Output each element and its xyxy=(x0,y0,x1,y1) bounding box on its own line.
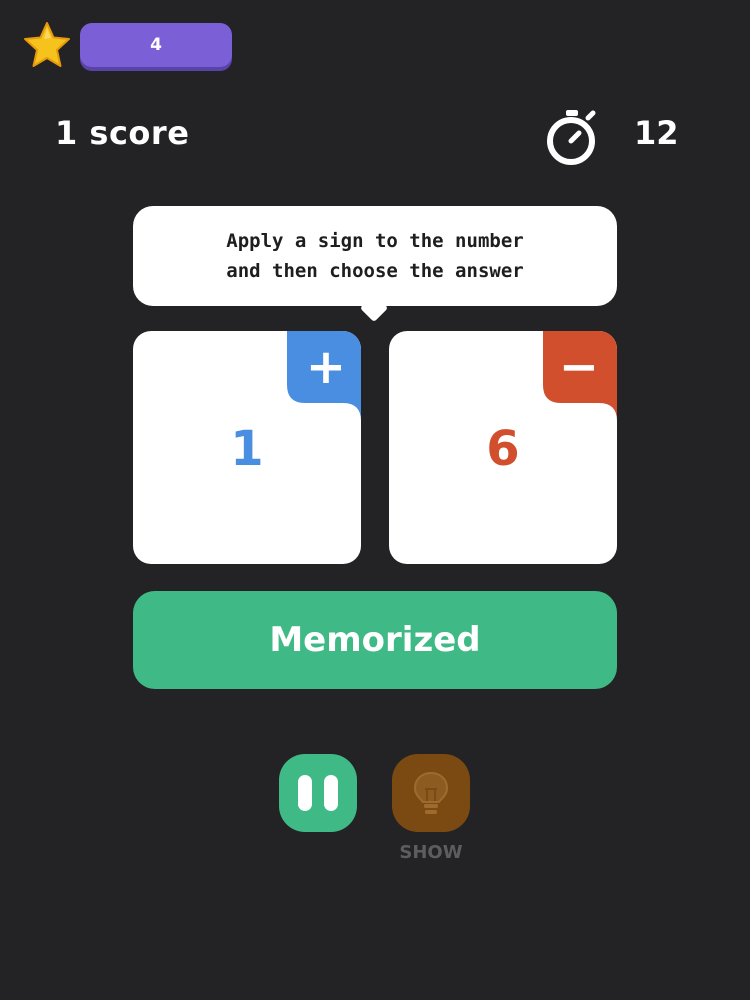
timer-value: 12 xyxy=(634,114,679,152)
pause-icon xyxy=(324,775,338,811)
level-value: 4 xyxy=(150,35,162,55)
plus-sign: + xyxy=(305,339,347,395)
card-number-right: 6 xyxy=(486,421,520,477)
stopwatch-icon xyxy=(547,110,596,165)
pause-icon xyxy=(298,775,312,811)
instruction-bubble: Apply a sign to the number and then choo… xyxy=(133,206,617,306)
card-number-left: 1 xyxy=(230,421,264,477)
pause-button[interactable] xyxy=(279,754,357,832)
card-minus: − 6 xyxy=(389,331,617,564)
score-label: 1 score xyxy=(55,114,190,152)
card-plus: + 1 xyxy=(133,331,361,564)
lightbulb-icon xyxy=(413,771,449,814)
show-label: SHOW xyxy=(399,842,463,863)
star-icon xyxy=(24,22,70,67)
hint-button[interactable] xyxy=(392,754,470,832)
memorized-button[interactable]: Memorized xyxy=(133,591,617,689)
memorized-label: Memorized xyxy=(269,620,481,660)
level-badge: 4 xyxy=(80,23,232,67)
instruction-line-2: and then choose the answer xyxy=(226,260,524,282)
minus-sign: − xyxy=(558,339,600,395)
instruction-line-1: Apply a sign to the number xyxy=(226,230,524,252)
